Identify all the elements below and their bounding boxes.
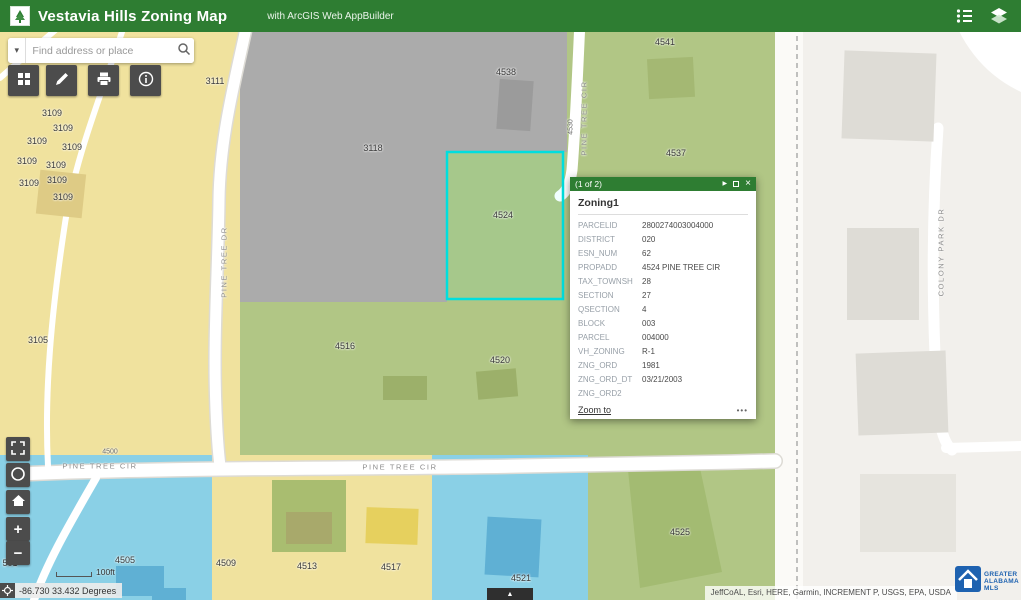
grid-icon	[16, 71, 32, 90]
popup-close-icon[interactable]: ×	[745, 179, 751, 189]
app-subtitle: with ArcGIS Web AppBuilder	[267, 11, 394, 22]
info-icon	[138, 71, 154, 90]
coordinate-widget: -86.730 33.432 Degrees	[0, 583, 122, 598]
extent-icon	[11, 441, 25, 458]
search-widget: ▾	[8, 38, 194, 63]
locate-button[interactable]	[6, 463, 30, 487]
popup-field-row: DISTRICT020	[578, 233, 748, 247]
search-button[interactable]	[173, 38, 194, 63]
minus-icon: −	[14, 546, 23, 561]
search-source-dropdown[interactable]: ▾	[8, 38, 26, 63]
circle-icon	[10, 466, 26, 485]
legend-icon[interactable]	[953, 4, 977, 28]
mls-text-line3: MLS	[984, 585, 1019, 592]
popup-next-icon[interactable]: ▶	[723, 181, 728, 187]
plus-icon: +	[14, 522, 23, 537]
chevron-up-icon: ▲	[507, 591, 514, 598]
app-header: Vestavia Hills Zoning Map with ArcGIS We…	[0, 0, 1021, 32]
zoom-in-button[interactable]: +	[6, 517, 30, 541]
print-button[interactable]	[88, 65, 119, 96]
zoom-to-link[interactable]: Zoom to	[578, 405, 611, 415]
pencil-icon	[54, 71, 70, 90]
city-seal-icon	[10, 6, 30, 26]
printer-icon	[96, 71, 112, 90]
feature-popup: (1 of 2) ▶ × Zoning1 PARCELID28002740030…	[570, 177, 756, 419]
popup-field-row: ZNG_ORD2	[578, 387, 748, 401]
popup-maximize-icon[interactable]	[733, 181, 739, 187]
mls-text-line1: GREATER	[984, 571, 1019, 578]
popup-field-row: ZNG_ORD1981	[578, 359, 748, 373]
popup-field-list: PARCELID2800274003004000DISTRICT020ESN_N…	[578, 219, 748, 401]
selected-parcel-highlight[interactable]	[447, 152, 563, 299]
popup-field-row: VH_ZONINGR-1	[578, 345, 748, 359]
popup-body: Zoning1 PARCELID2800274003004000DISTRICT…	[570, 191, 756, 419]
mls-logo: GREATER ALABAMA MLS	[955, 566, 1019, 597]
app-title: Vestavia Hills Zoning Map	[38, 8, 227, 25]
popup-field-row: PROPADD4524 PINE TREE CIR	[578, 261, 748, 275]
home-icon	[11, 493, 26, 511]
coordinate-readout: -86.730 33.432 Degrees	[19, 586, 116, 596]
scale-text: 100ft	[96, 567, 115, 577]
popup-title: Zoning1	[578, 197, 748, 215]
popup-field-row: BLOCK003	[578, 317, 748, 331]
popup-field-row: PARCELID2800274003004000	[578, 219, 748, 233]
scale-bar: 100ft	[56, 567, 115, 577]
home-button[interactable]	[6, 490, 30, 514]
map-attribution: JeffCoAL, Esri, HERE, Garmin, INCREMENT …	[705, 586, 957, 600]
search-icon	[177, 42, 191, 59]
full-extent-button[interactable]	[6, 437, 30, 461]
chevron-down-icon: ▾	[14, 45, 19, 55]
draw-button[interactable]	[46, 65, 77, 96]
widgets-grid-button[interactable]	[8, 65, 39, 96]
search-input[interactable]	[26, 38, 173, 63]
popup-pager: (1 of 2)	[575, 179, 602, 189]
popup-field-row: PARCEL004000	[578, 331, 748, 345]
layers-icon[interactable]	[987, 4, 1011, 28]
popup-field-row: ESN_NUM62	[578, 247, 748, 261]
mls-house-icon	[955, 566, 981, 597]
crosshair-icon[interactable]	[0, 583, 15, 598]
scale-line	[56, 572, 92, 577]
popup-more-icon[interactable]: •••	[737, 406, 748, 415]
popup-field-row: TAX_TOWNSH28	[578, 275, 748, 289]
info-button[interactable]	[130, 65, 161, 96]
attribute-table-toggle[interactable]: ▲	[487, 588, 533, 600]
popup-field-row: ZNG_ORD_DT03/21/2003	[578, 373, 748, 387]
popup-header: (1 of 2) ▶ ×	[570, 177, 756, 191]
mls-text-line2: ALABAMA	[984, 578, 1019, 585]
popup-field-row: SECTION27	[578, 289, 748, 303]
popup-field-row: QSECTION4	[578, 303, 748, 317]
zoom-out-button[interactable]: −	[6, 541, 30, 565]
